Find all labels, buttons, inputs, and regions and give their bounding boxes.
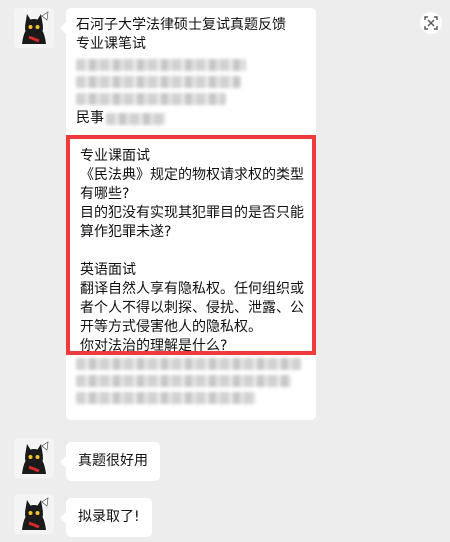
interview-question: 有哪些? (80, 186, 130, 202)
blurred-text (76, 59, 246, 71)
message-bubble-2[interactable]: 真题很好用 (60, 442, 160, 481)
highlighted-section: 专业课面试 《民法典》规定的物权请求权的类型 有哪些? 目的犯没有实现其犯罪目的… (66, 135, 316, 355)
interview-question: 《民法典》规定的物权请求权的类型 (80, 167, 304, 183)
screenshot-icon[interactable] (420, 12, 442, 34)
interview-question: 目的犯没有实现其犯罪目的是否只能 (80, 205, 304, 221)
english-question: 开等方式侵害他人的隐私权。 (80, 319, 262, 335)
interview-question: 算作犯罪未遂? (80, 224, 172, 240)
english-question: 你对法治的理解是什么? (80, 338, 228, 354)
english-question: 翻译自然人享有隐私权。任何组织或 (80, 281, 304, 297)
partial-text: 民事 (76, 110, 104, 126)
blurred-text (76, 76, 241, 88)
section-title-english: 英语面试 (80, 262, 136, 278)
blurred-text (76, 392, 256, 404)
blurred-text (76, 375, 291, 387)
cat-avatar-icon[interactable] (14, 494, 54, 534)
section-title-interview: 专业课面试 (80, 148, 150, 164)
blurred-text (106, 112, 166, 125)
message-text: 拟录取了! (78, 509, 140, 525)
message-title: 石河子大学法律硕士复试真题反馈 (76, 17, 286, 33)
message-line: 民事 (76, 109, 306, 128)
message-bubble-3[interactable]: 拟录取了! (60, 498, 152, 537)
message-text: 真题很好用 (78, 453, 148, 469)
english-question: 者个人不得以刺探、侵扰、泄露、公 (80, 300, 304, 316)
cat-avatar-icon[interactable] (14, 438, 54, 478)
blurred-text (76, 93, 226, 105)
cat-avatar-icon[interactable] (14, 8, 54, 48)
message-line: 专业课笔试 (76, 36, 146, 52)
blurred-text (76, 358, 301, 370)
